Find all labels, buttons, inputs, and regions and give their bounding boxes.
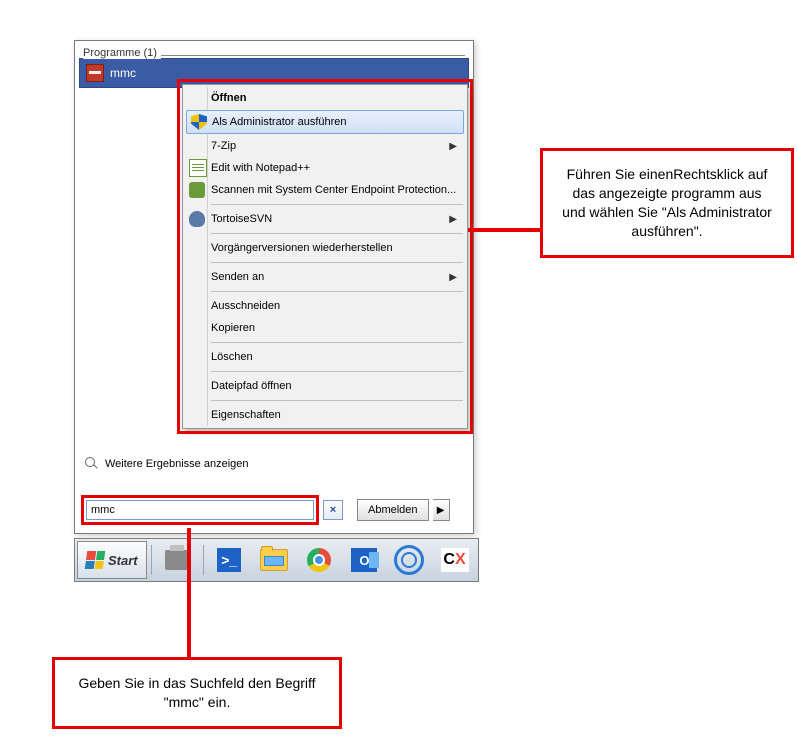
menu-previous-versions[interactable]: Vorgängerversionen wiederherstellen — [185, 237, 465, 259]
taskbar-printer[interactable] — [156, 541, 199, 579]
menu-properties-label: Eigenschaften — [211, 409, 281, 421]
menu-open-file-path[interactable]: Dateipfad öffnen — [185, 375, 465, 397]
taskbar-explorer[interactable] — [253, 541, 296, 579]
chrome-icon — [307, 548, 331, 572]
more-results-label: Weitere Ergebnisse anzeigen — [105, 458, 249, 470]
taskbar-app-cx[interactable]: CX — [433, 541, 476, 579]
menu-open-label: Öffnen — [211, 92, 246, 104]
search-highlight-box: mmc — [81, 495, 319, 525]
menu-7zip-label: 7-Zip — [211, 140, 236, 152]
scan-icon — [189, 182, 205, 198]
callout-bottom-text: Geben Sie in das Suchfeld den Begriff "m… — [78, 675, 315, 710]
taskbar-separator — [203, 545, 204, 575]
callout-connector-bottom — [187, 528, 191, 657]
shield-icon — [191, 114, 207, 130]
more-results-link[interactable]: Weitere Ergebnisse anzeigen — [85, 457, 249, 471]
mmc-icon — [86, 64, 104, 82]
start-button[interactable]: Start — [77, 541, 147, 579]
menu-properties[interactable]: Eigenschaften — [185, 404, 465, 426]
taskbar-powershell[interactable]: >_ — [208, 541, 251, 579]
menu-copy[interactable]: Kopieren — [185, 317, 465, 339]
printer-icon — [165, 550, 189, 570]
menu-separator — [211, 204, 463, 205]
notepad-icon — [189, 159, 207, 177]
menu-scan-scep[interactable]: Scannen mit System Center Endpoint Prote… — [185, 179, 465, 201]
context-menu: Öffnen Als Administrator ausführen 7-Zip… — [182, 84, 468, 429]
logoff-label: Abmelden — [368, 504, 418, 516]
menu-separator — [211, 233, 463, 234]
menu-separator — [211, 262, 463, 263]
taskbar-outlook[interactable]: O — [343, 541, 386, 579]
menu-cut[interactable]: Ausschneiden — [185, 295, 465, 317]
menu-tortoise-label: TortoiseSVN — [211, 213, 272, 225]
tortoise-icon — [189, 211, 205, 227]
spiral-icon — [394, 545, 424, 575]
outlook-icon: O — [351, 548, 377, 572]
menu-edit-notepadpp[interactable]: Edit with Notepad++ — [185, 157, 465, 179]
menu-prevver-label: Vorgängerversionen wiederherstellen — [211, 242, 393, 254]
results-divider — [155, 55, 465, 56]
menu-run-as-admin[interactable]: Als Administrator ausführen — [186, 110, 464, 134]
menu-scan-label: Scannen mit System Center Endpoint Prote… — [211, 184, 456, 196]
cx-icon: CX — [441, 548, 469, 572]
chevron-right-icon: ▶ — [449, 141, 457, 152]
menu-separator — [211, 371, 463, 372]
callout-run-as-admin: Führen Sie einenRechtsklick auf das ange… — [540, 148, 794, 258]
result-label: mmc — [110, 66, 136, 80]
file-explorer-icon — [260, 549, 288, 571]
menu-7zip[interactable]: 7-Zip ▶ — [185, 135, 465, 157]
callout-search-mmc: Geben Sie in das Suchfeld den Begriff "m… — [52, 657, 342, 729]
search-icon — [85, 457, 99, 471]
menu-delete-label: Löschen — [211, 351, 253, 363]
logoff-options-button[interactable]: ▶ — [433, 499, 450, 521]
start-label: Start — [108, 553, 138, 568]
chevron-right-icon: ▶ — [449, 272, 457, 283]
search-input-value: mmc — [91, 504, 115, 516]
menu-edit-npp-label: Edit with Notepad++ — [211, 162, 310, 174]
search-input[interactable]: mmc — [86, 500, 314, 520]
chevron-right-icon: ▶ — [449, 214, 457, 225]
clear-search-button[interactable]: × — [323, 500, 343, 520]
menu-copy-label: Kopieren — [211, 322, 255, 334]
menu-openpath-label: Dateipfad öffnen — [211, 380, 292, 392]
taskbar-chrome[interactable] — [298, 541, 341, 579]
menu-separator — [211, 342, 463, 343]
logoff-button[interactable]: Abmelden — [357, 499, 429, 521]
callout-connector-right — [468, 228, 540, 232]
taskbar-separator — [151, 545, 152, 575]
menu-cut-label: Ausschneiden — [211, 300, 280, 312]
callout-right-text: Führen Sie einenRechtsklick auf das ange… — [562, 166, 772, 239]
menu-send-to[interactable]: Senden an ▶ — [185, 266, 465, 288]
taskbar: Start >_ O CX — [74, 538, 479, 582]
menu-separator — [211, 291, 463, 292]
menu-open[interactable]: Öffnen — [185, 87, 465, 109]
menu-run-as-admin-label: Als Administrator ausführen — [212, 116, 347, 128]
menu-tortoisesvn[interactable]: TortoiseSVN ▶ — [185, 208, 465, 230]
menu-separator — [211, 400, 463, 401]
windows-logo-icon — [85, 551, 106, 569]
taskbar-app-spiral[interactable] — [388, 541, 431, 579]
results-header-text: Programme (1) — [83, 47, 161, 59]
search-bar-row: mmc × Abmelden ▶ — [81, 495, 467, 525]
menu-delete[interactable]: Löschen — [185, 346, 465, 368]
menu-sendto-label: Senden an — [211, 271, 264, 283]
powershell-icon: >_ — [217, 548, 241, 572]
